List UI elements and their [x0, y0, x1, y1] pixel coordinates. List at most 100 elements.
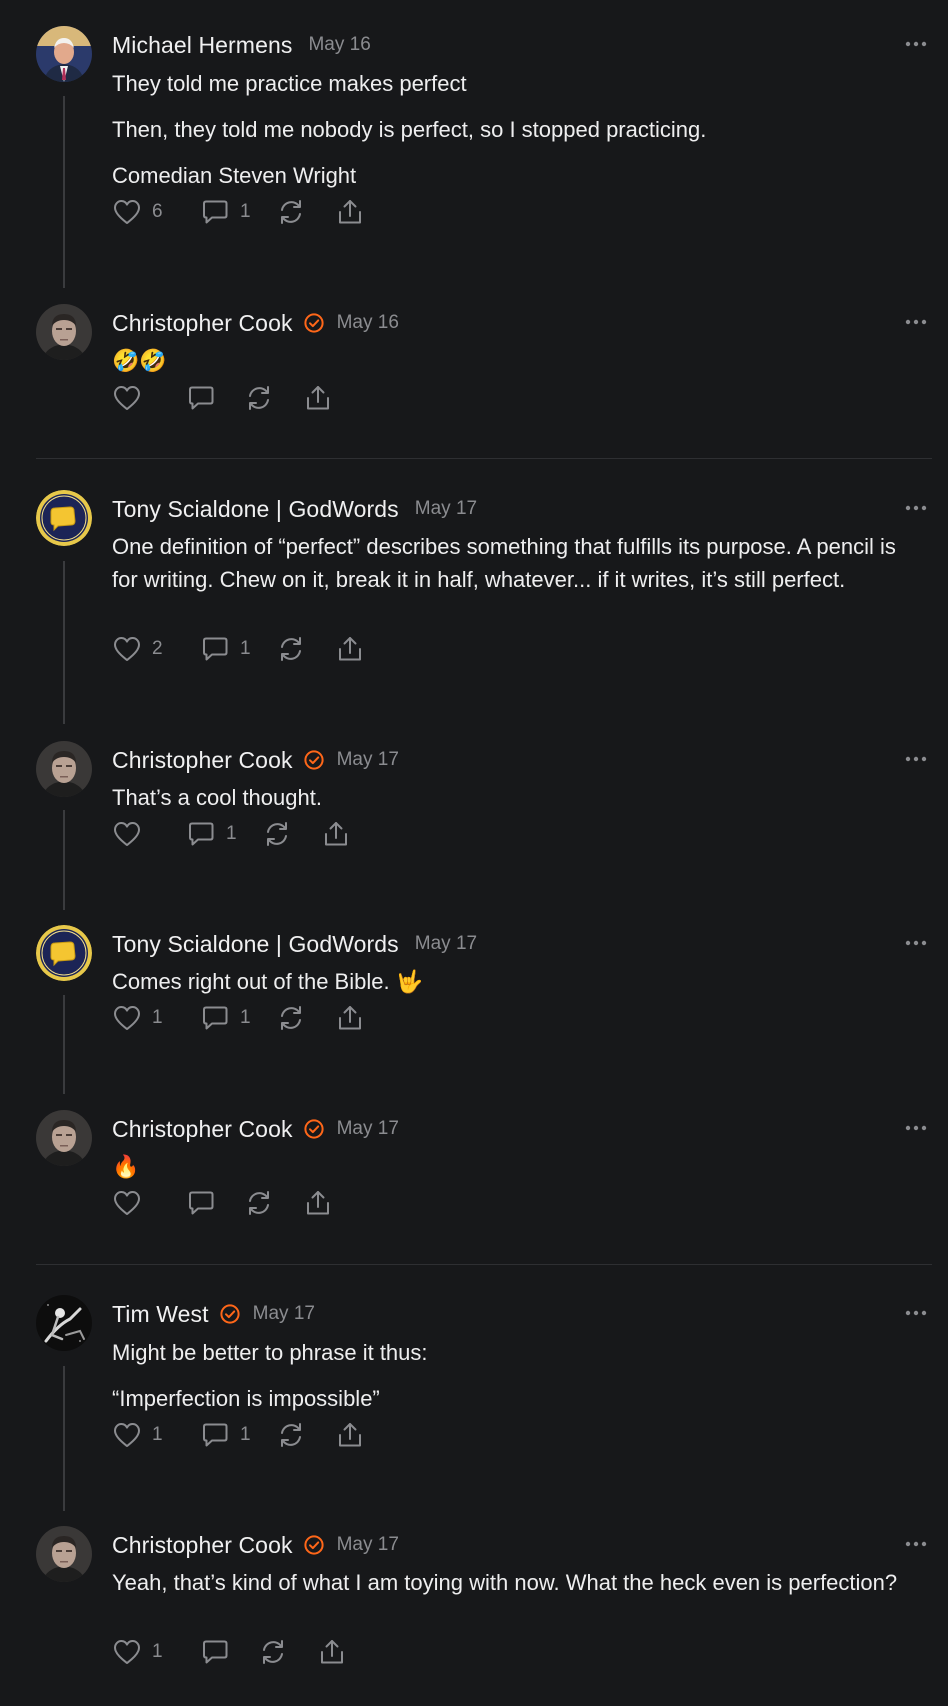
comment-date[interactable]: May 17: [337, 1534, 399, 1556]
author-name[interactable]: Christopher Cook: [112, 1532, 293, 1559]
reply-button[interactable]: 1: [200, 1420, 276, 1450]
share-button[interactable]: [335, 634, 371, 664]
restack-button[interactable]: [276, 634, 335, 664]
restack-button[interactable]: [276, 1003, 335, 1033]
thread-line: [63, 96, 65, 288]
like-button[interactable]: [112, 383, 186, 413]
avatar-christopher-cook[interactable]: [36, 1526, 92, 1582]
restack-button[interactable]: [258, 1637, 317, 1667]
restack-button[interactable]: [244, 383, 303, 413]
share-icon: [317, 1637, 347, 1667]
restack-button[interactable]: [262, 819, 321, 849]
thread-line: [63, 995, 65, 1094]
reply-button[interactable]: [186, 383, 244, 413]
comment-bubble-icon: [186, 383, 216, 413]
comment-date[interactable]: May 17: [337, 1118, 399, 1140]
restack-icon: [276, 634, 306, 664]
share-button[interactable]: [335, 1420, 371, 1450]
comment-bubble-icon: [186, 1188, 216, 1218]
author-name[interactable]: Tony Scialdone | GodWords: [112, 496, 399, 523]
share-button[interactable]: [321, 819, 357, 849]
avatar-godwords[interactable]: [36, 490, 92, 546]
comment-date[interactable]: May 17: [415, 933, 477, 955]
verified-badge-icon: [303, 1118, 325, 1140]
like-button[interactable]: 1: [112, 1637, 200, 1667]
reply-button[interactable]: 1: [200, 634, 276, 664]
comment-date[interactable]: May 16: [337, 312, 399, 334]
like-count: 2: [152, 638, 163, 659]
comment-text: Comedian Steven Wright: [112, 163, 357, 188]
verified-badge-icon: [219, 1303, 241, 1325]
avatar-michael-hermens[interactable]: [36, 26, 92, 82]
comment-body: One definition of “perfect” describes so…: [112, 530, 918, 609]
share-button[interactable]: [303, 1188, 339, 1218]
like-button[interactable]: [112, 819, 186, 849]
comment-text: “Imperfection is impossible”: [112, 1386, 380, 1411]
verified-badge-icon: [303, 312, 325, 334]
more-options-icon[interactable]: [904, 1301, 928, 1325]
like-count: 1: [152, 1641, 163, 1662]
like-button[interactable]: 1: [112, 1003, 200, 1033]
avatar-christopher-cook[interactable]: [36, 741, 92, 797]
author-name[interactable]: Christopher Cook: [112, 747, 293, 774]
comment-text: That’s a cool thought.: [112, 785, 322, 810]
comment-date[interactable]: May 17: [415, 498, 477, 520]
restack-button[interactable]: [276, 1420, 335, 1450]
avatar-christopher-cook[interactable]: [36, 304, 92, 360]
share-button[interactable]: [335, 1003, 371, 1033]
comment-bubble-icon: [186, 819, 216, 849]
reply-button[interactable]: [186, 1188, 244, 1218]
comment-date[interactable]: May 17: [337, 749, 399, 771]
heart-icon: [112, 197, 142, 227]
more-options-icon[interactable]: [904, 496, 928, 520]
reply-count: 1: [240, 1424, 251, 1445]
share-icon: [335, 1420, 365, 1450]
reply-button[interactable]: 1: [186, 819, 262, 849]
avatar-tim-west[interactable]: [36, 1295, 92, 1351]
restack-button[interactable]: [276, 197, 335, 227]
comment-header: Tim West May 17: [112, 1296, 315, 1332]
comment-date[interactable]: May 17: [253, 1303, 315, 1325]
more-options-icon[interactable]: [904, 310, 928, 334]
comment-body: They told me practice makes perfect Then,…: [112, 67, 918, 205]
author-name[interactable]: Tim West: [112, 1301, 209, 1328]
like-count: 1: [152, 1424, 163, 1445]
author-name[interactable]: Christopher Cook: [112, 310, 293, 337]
more-options-icon[interactable]: [904, 747, 928, 771]
like-button[interactable]: 6: [112, 197, 200, 227]
author-name[interactable]: Tony Scialdone | GodWords: [112, 931, 399, 958]
share-button[interactable]: [303, 383, 339, 413]
more-options-icon[interactable]: [904, 1532, 928, 1556]
heart-icon: [112, 1003, 142, 1033]
restack-icon: [276, 1003, 306, 1033]
author-name[interactable]: Christopher Cook: [112, 1116, 293, 1143]
avatar-christopher-cook[interactable]: [36, 1110, 92, 1166]
avatar-godwords[interactable]: [36, 925, 92, 981]
more-options-icon[interactable]: [904, 1116, 928, 1140]
author-name[interactable]: Michael Hermens: [112, 32, 292, 59]
like-count: 6: [152, 201, 163, 222]
comment-actions: [112, 1186, 339, 1220]
reply-button[interactable]: 1: [200, 197, 276, 227]
thread-divider: [36, 458, 932, 459]
reply-button[interactable]: [200, 1637, 258, 1667]
heart-icon: [112, 1637, 142, 1667]
thread-line: [63, 810, 65, 910]
more-options-icon[interactable]: [904, 32, 928, 56]
comment-actions: 1: [112, 1635, 353, 1669]
comment-header: Tony Scialdone | GodWords May 17: [112, 491, 477, 527]
share-button[interactable]: [335, 197, 371, 227]
reply-count: 1: [226, 823, 237, 844]
share-icon: [321, 819, 351, 849]
restack-button[interactable]: [244, 1188, 303, 1218]
comment-body: Yeah, that’s kind of what I am toying wi…: [112, 1566, 918, 1612]
more-options-icon[interactable]: [904, 931, 928, 955]
comment-text: Comes right out of the Bible. 🤟: [112, 969, 424, 994]
like-button[interactable]: 1: [112, 1420, 200, 1450]
share-button[interactable]: [317, 1637, 353, 1667]
comment-date[interactable]: May 16: [308, 34, 370, 56]
reply-button[interactable]: 1: [200, 1003, 276, 1033]
like-button[interactable]: [112, 1188, 186, 1218]
comment-actions: 61: [112, 195, 371, 229]
like-button[interactable]: 2: [112, 634, 200, 664]
